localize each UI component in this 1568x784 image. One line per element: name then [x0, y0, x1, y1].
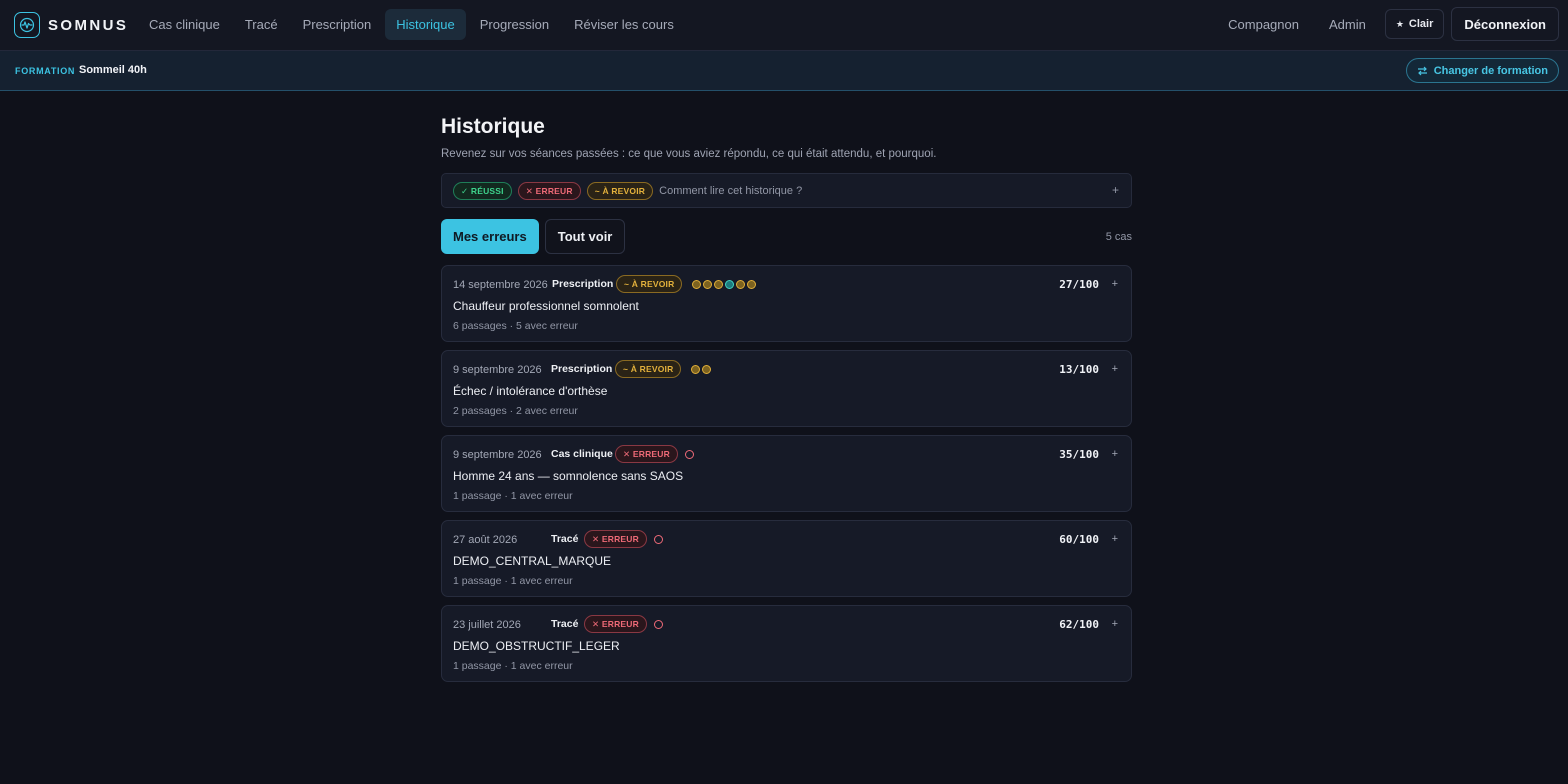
- attempt-dots: [685, 450, 696, 459]
- nav-historique[interactable]: Historique: [385, 9, 466, 40]
- nav-admin[interactable]: Admin: [1318, 9, 1377, 40]
- attempt-dot-rev: [702, 365, 711, 374]
- legend-help-text: Comment lire cet historique ?: [659, 185, 803, 197]
- attempt-dot-rev: [703, 280, 712, 289]
- attempt-dot-rev: [691, 365, 700, 374]
- nav-cas-clinique[interactable]: Cas clinique: [138, 9, 231, 40]
- card-type: Cas clinique: [551, 448, 613, 460]
- card-title: Chauffeur professionnel somnolent: [453, 299, 639, 313]
- attempt-dots: [654, 620, 665, 629]
- card-date: 9 septembre 2026: [453, 364, 542, 376]
- card-title: DEMO_CENTRAL_MARQUE: [453, 554, 612, 568]
- card-meta: 1 passage · 1 avec erreur: [453, 575, 573, 587]
- expand-plus-icon[interactable]: +: [1112, 278, 1118, 290]
- expand-plus-icon[interactable]: +: [1112, 183, 1119, 197]
- card-date: 27 août 2026: [453, 534, 518, 546]
- theme-toggle-label: Clair: [1408, 18, 1434, 30]
- attempt-dots: [691, 365, 713, 374]
- card-meta: 6 passages · 5 avec erreur: [453, 320, 578, 332]
- card-title: Homme 24 ans — somnolence sans SAOS: [453, 469, 684, 483]
- page-subtitle: Revenez sur vos séances passées : ce que…: [441, 148, 937, 160]
- card-type: Tracé: [551, 618, 579, 630]
- card-type: Prescription: [552, 278, 614, 290]
- history-card[interactable]: 9 septembre 2026 Cas clinique ✕ ERREUR 3…: [441, 435, 1132, 512]
- card-status-badge: ~ À REVOIR: [616, 275, 683, 293]
- formation-name: Sommeil 40h: [79, 64, 147, 76]
- card-meta: 1 passage · 1 avec erreur: [453, 490, 573, 502]
- attempt-dot-rev: [736, 280, 745, 289]
- expand-plus-icon[interactable]: +: [1112, 363, 1118, 375]
- card-date: 9 septembre 2026: [453, 449, 542, 461]
- card-title: DEMO_OBSTRUCTIF_LEGER: [453, 639, 620, 653]
- card-status-badge: ✕ ERREUR: [615, 445, 678, 463]
- card-status-badge: ✕ ERREUR: [584, 530, 647, 548]
- history-card[interactable]: 27 août 2026 Tracé ✕ ERREUR 60/100 + DEM…: [441, 520, 1132, 597]
- expand-plus-icon[interactable]: +: [1112, 533, 1118, 545]
- attempt-dot-rev: [714, 280, 723, 289]
- history-list: 14 septembre 2026 Prescription ~ À REVOI…: [441, 265, 1132, 690]
- attempt-dot-ok: [725, 280, 734, 289]
- attempt-dots: [654, 535, 665, 544]
- formation-label: FORMATION: [15, 66, 76, 76]
- page-title: Historique: [441, 115, 545, 138]
- case-count: 5 cas: [1105, 231, 1132, 243]
- attempt-dot-err: [685, 450, 694, 459]
- card-score: 60/100: [1059, 533, 1099, 546]
- star-icon: ★: [1395, 18, 1404, 29]
- card-status-badge: ~ À REVOIR: [615, 360, 682, 378]
- card-status-badge: ✕ ERREUR: [584, 615, 647, 633]
- logo[interactable]: SOMNUS: [14, 12, 128, 38]
- top-navbar: SOMNUS Cas clinique Tracé Prescription H…: [0, 0, 1568, 51]
- card-meta: 2 passages · 2 avec erreur: [453, 405, 578, 417]
- theme-toggle-button[interactable]: ★ Clair: [1384, 9, 1445, 39]
- legend-badge-error: ✕ ERREUR: [517, 182, 581, 200]
- formation-bar: FORMATION Sommeil 40h Changer de formati…: [0, 51, 1568, 91]
- change-formation-button[interactable]: Changer de formation: [1405, 58, 1559, 83]
- attempt-dot-err: [654, 535, 663, 544]
- card-meta: 1 passage · 1 avec erreur: [453, 660, 573, 672]
- app-name: SOMNUS: [48, 16, 129, 34]
- attempt-dots: [692, 280, 758, 289]
- history-card[interactable]: 9 septembre 2026 Prescription ~ À REVOIR…: [441, 350, 1132, 427]
- main-nav: Cas clinique Tracé Prescription Historiq…: [138, 9, 688, 40]
- brain-wave-icon: [14, 12, 40, 38]
- legend-panel[interactable]: ✓ RÉUSSI ✕ ERREUR ~ À REVOIR Comment lir…: [441, 173, 1132, 208]
- logout-button[interactable]: Déconnexion: [1451, 7, 1559, 41]
- expand-plus-icon[interactable]: +: [1112, 448, 1118, 460]
- filter-show-all[interactable]: Tout voir: [544, 219, 626, 254]
- attempt-dot-rev: [692, 280, 701, 289]
- card-score: 62/100: [1059, 618, 1099, 631]
- attempt-dot-rev: [747, 280, 756, 289]
- card-score: 27/100: [1059, 278, 1099, 291]
- card-type: Prescription: [551, 363, 613, 375]
- nav-trace[interactable]: Tracé: [234, 9, 289, 40]
- history-card[interactable]: 23 juillet 2026 Tracé ✕ ERREUR 62/100 + …: [441, 605, 1132, 682]
- filter-my-errors[interactable]: Mes erreurs: [441, 219, 539, 254]
- nav-prescription[interactable]: Prescription: [292, 9, 383, 40]
- filter-tabs: Mes erreurs Tout voir: [441, 219, 626, 254]
- card-score: 35/100: [1059, 448, 1099, 461]
- history-card[interactable]: 14 septembre 2026 Prescription ~ À REVOI…: [441, 265, 1132, 342]
- card-score: 13/100: [1059, 363, 1099, 376]
- card-date: 23 juillet 2026: [453, 619, 521, 631]
- card-title: Échec / intolérance d'orthèse: [453, 384, 608, 398]
- attempt-dot-err: [654, 620, 663, 629]
- nav-progression[interactable]: Progression: [469, 9, 560, 40]
- nav-right: Compagnon Admin ★ Clair Déconnexion: [1217, 7, 1559, 41]
- expand-plus-icon[interactable]: +: [1112, 618, 1118, 630]
- legend-badge-success: ✓ RÉUSSI: [453, 182, 512, 200]
- nav-compagnon[interactable]: Compagnon: [1217, 9, 1310, 40]
- card-date: 14 septembre 2026: [453, 279, 548, 291]
- legend-badge-review: ~ À REVOIR: [586, 182, 654, 200]
- change-formation-label: Changer de formation: [1433, 64, 1548, 77]
- card-type: Tracé: [551, 533, 579, 545]
- swap-icon: [1417, 66, 1428, 76]
- nav-reviser-les-cours[interactable]: Réviser les cours: [563, 9, 685, 40]
